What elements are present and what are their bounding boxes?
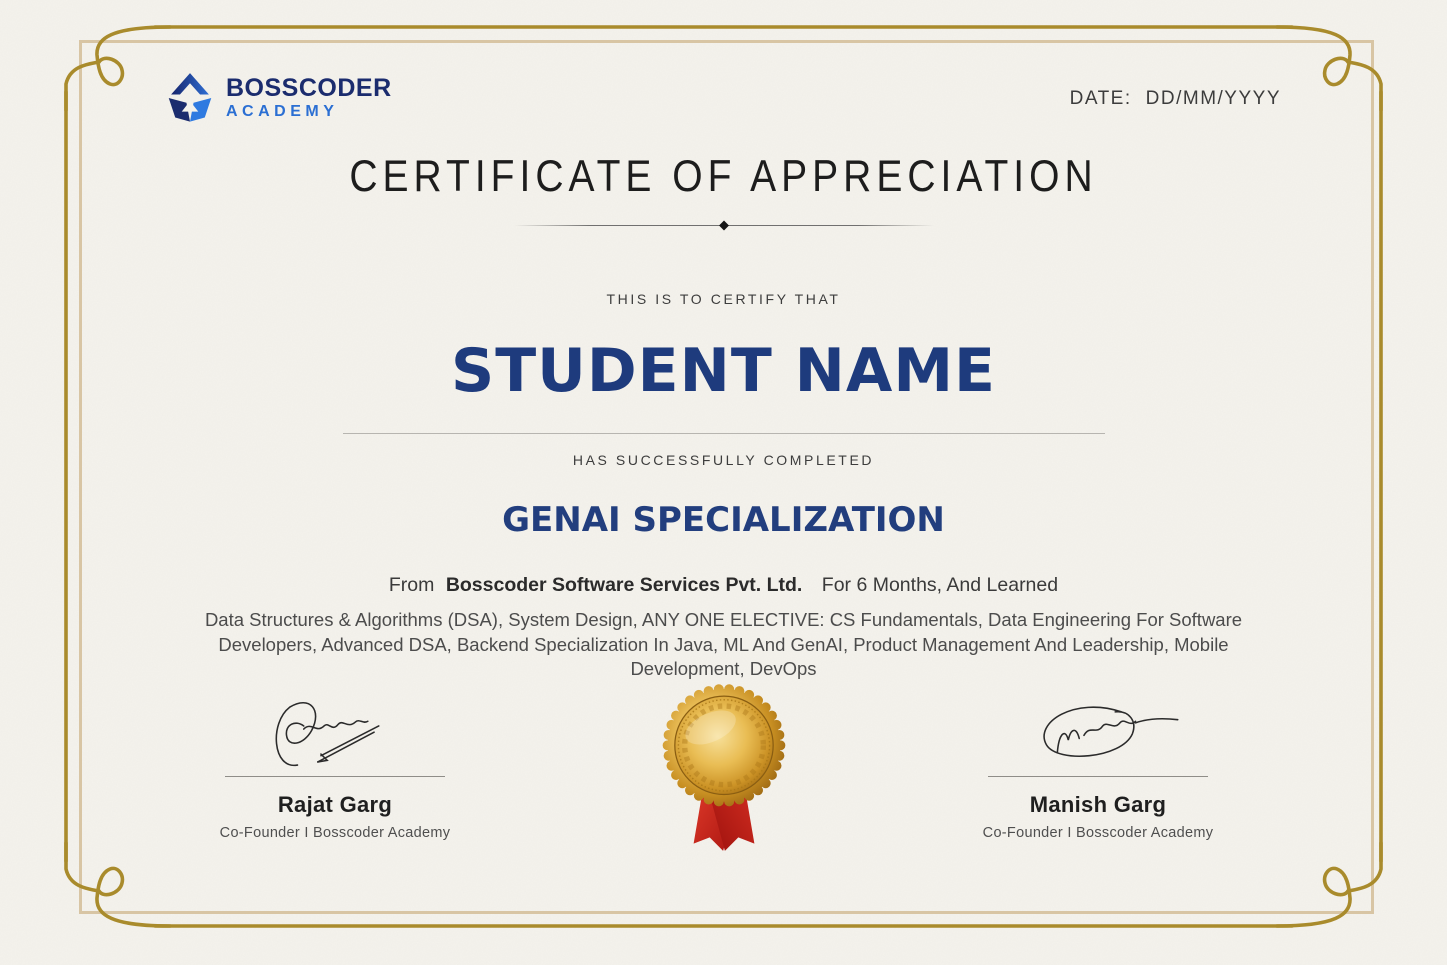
signatory-role: Co-Founder I Bosscoder Academy [215, 825, 455, 841]
from-line: From Bosscoder Software Services Pvt. Lt… [0, 574, 1447, 597]
from-prefix: From [389, 574, 435, 596]
signatory-name: Rajat Garg [215, 792, 455, 818]
title-divider [514, 222, 934, 230]
course-list: Data Structures & Algorithms (DSA), Syst… [201, 608, 1246, 682]
signature-line [988, 776, 1208, 777]
manish-garg-signature-icon [988, 690, 1208, 776]
date-value: DD/MM/YYYY [1146, 88, 1281, 109]
gold-medal-icon [648, 672, 800, 858]
rajat-garg-signature-icon [225, 690, 445, 776]
signatory-left: Rajat Garg Co-Founder I Bosscoder Academ… [215, 690, 455, 841]
brand-logo: BOSSCODER ACADEMY [166, 72, 392, 124]
from-suffix: For 6 Months, And Learned [822, 574, 1058, 596]
date-label: DATE: [1070, 88, 1132, 109]
signature-line [225, 776, 445, 777]
completed-line: HAS SUCCESSFULLY COMPLETED [0, 452, 1447, 468]
certify-line: THIS IS TO CERTIFY THAT [0, 291, 1447, 307]
program-name: GENAI SPECIALIZATION [0, 500, 1447, 540]
bosscoder-logo-icon [166, 72, 214, 124]
diamond-divider-icon [719, 221, 729, 231]
student-name-underline [343, 433, 1105, 434]
student-name: STUDENT NAME [0, 336, 1447, 406]
date-field: DATE: DD/MM/YYYY [1070, 88, 1281, 110]
certificate-title: CERTIFICATE OF APPRECIATION [0, 155, 1447, 199]
brand-subname: ACADEMY [226, 104, 392, 121]
signatory-name: Manish Garg [978, 792, 1218, 818]
certificate-canvas: BOSSCODER ACADEMY DATE: DD/MM/YYYY CERTIF… [0, 0, 1447, 965]
signatory-right: Manish Garg Co-Founder I Bosscoder Acade… [978, 690, 1218, 841]
brand-name: BOSSCODER [226, 75, 392, 101]
company-name: Bosscoder Software Services Pvt. Ltd. [446, 574, 803, 596]
signatory-role: Co-Founder I Bosscoder Academy [978, 825, 1218, 841]
